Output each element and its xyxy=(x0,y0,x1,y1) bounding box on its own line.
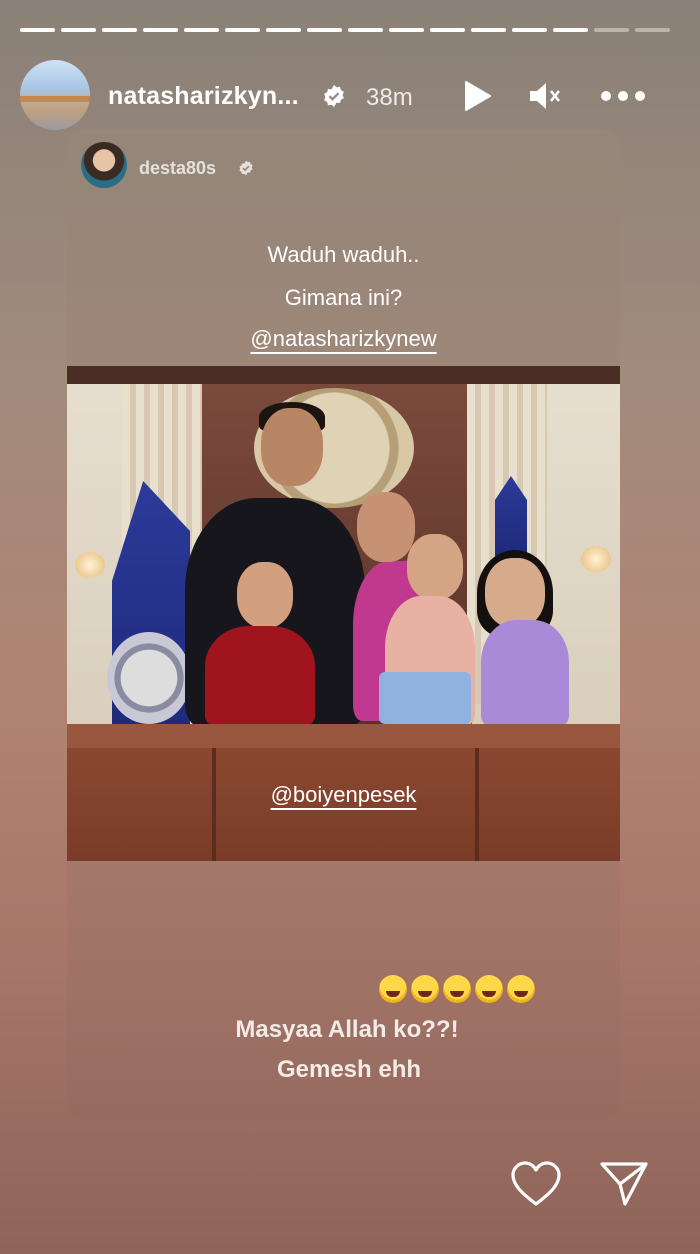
caption-line: Gimana ini? xyxy=(284,285,403,310)
heart-icon[interactable] xyxy=(510,1160,562,1208)
progress-segment xyxy=(594,28,629,32)
progress-segment xyxy=(61,28,96,32)
mute-icon[interactable] xyxy=(526,78,562,114)
progress-segment xyxy=(184,28,219,32)
progress-segment xyxy=(307,28,342,32)
progress-segment xyxy=(512,28,547,32)
progress-segment xyxy=(471,28,506,32)
mention-tag[interactable]: @boiyenpesek xyxy=(67,782,620,808)
reshared-post-card[interactable]: desta80s Waduh waduh.. Gimana ini? @nata… xyxy=(67,130,620,1118)
mention-tag[interactable]: @natasharizkynew xyxy=(67,326,620,352)
story-photo: @boiyenpesek xyxy=(67,366,620,861)
progress-segment xyxy=(225,28,260,32)
story-username[interactable]: natasharizkyn... xyxy=(108,82,299,111)
verified-badge-icon xyxy=(324,85,344,107)
caption-line: Waduh waduh.. xyxy=(267,242,420,267)
caption-line: Masyaa Allah ko??! xyxy=(235,1016,459,1043)
tears-of-joy-emoji-icon xyxy=(443,975,471,1003)
reshare-username[interactable]: desta80s xyxy=(139,158,216,179)
tears-of-joy-emoji-icon xyxy=(507,975,535,1003)
story-progress-bar xyxy=(20,28,670,33)
play-icon[interactable] xyxy=(458,78,494,114)
tears-of-joy-emoji-icon xyxy=(411,975,439,1003)
progress-segment xyxy=(430,28,465,32)
progress-segment xyxy=(102,28,137,32)
progress-segment xyxy=(635,28,670,32)
progress-segment xyxy=(348,28,383,32)
more-icon[interactable] xyxy=(598,78,648,114)
verified-badge-icon xyxy=(239,160,253,176)
profile-avatar[interactable] xyxy=(20,60,90,130)
progress-segment xyxy=(266,28,301,32)
story-timestamp: 38m xyxy=(366,84,413,111)
progress-segment xyxy=(553,28,588,32)
tears-of-joy-emoji-icon xyxy=(379,975,407,1003)
send-icon[interactable] xyxy=(598,1158,650,1208)
emoji-row xyxy=(379,975,535,1003)
progress-segment xyxy=(143,28,178,32)
progress-segment xyxy=(20,28,55,32)
story-header: natasharizkyn... 38m xyxy=(20,60,680,130)
progress-segment xyxy=(389,28,424,32)
reshare-avatar[interactable] xyxy=(81,142,127,188)
caption-line: Gemesh ehh xyxy=(276,1056,422,1083)
tears-of-joy-emoji-icon xyxy=(475,975,503,1003)
